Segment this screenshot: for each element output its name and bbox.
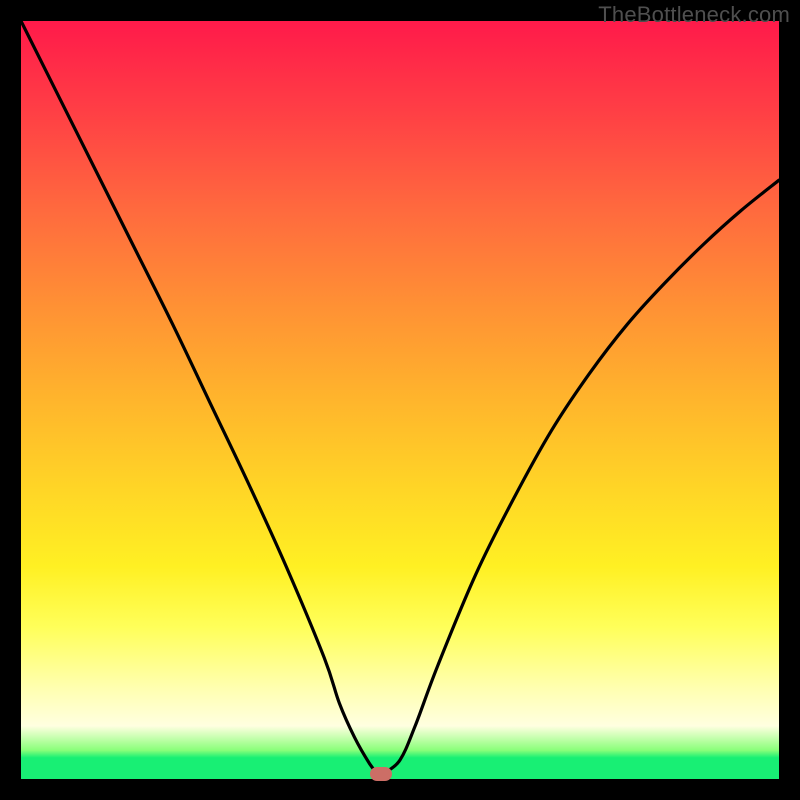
plot-area: [21, 21, 779, 779]
watermark-text: TheBottleneck.com: [598, 2, 790, 28]
minimum-marker-dot: [370, 767, 392, 781]
bottleneck-curve: [21, 21, 779, 779]
